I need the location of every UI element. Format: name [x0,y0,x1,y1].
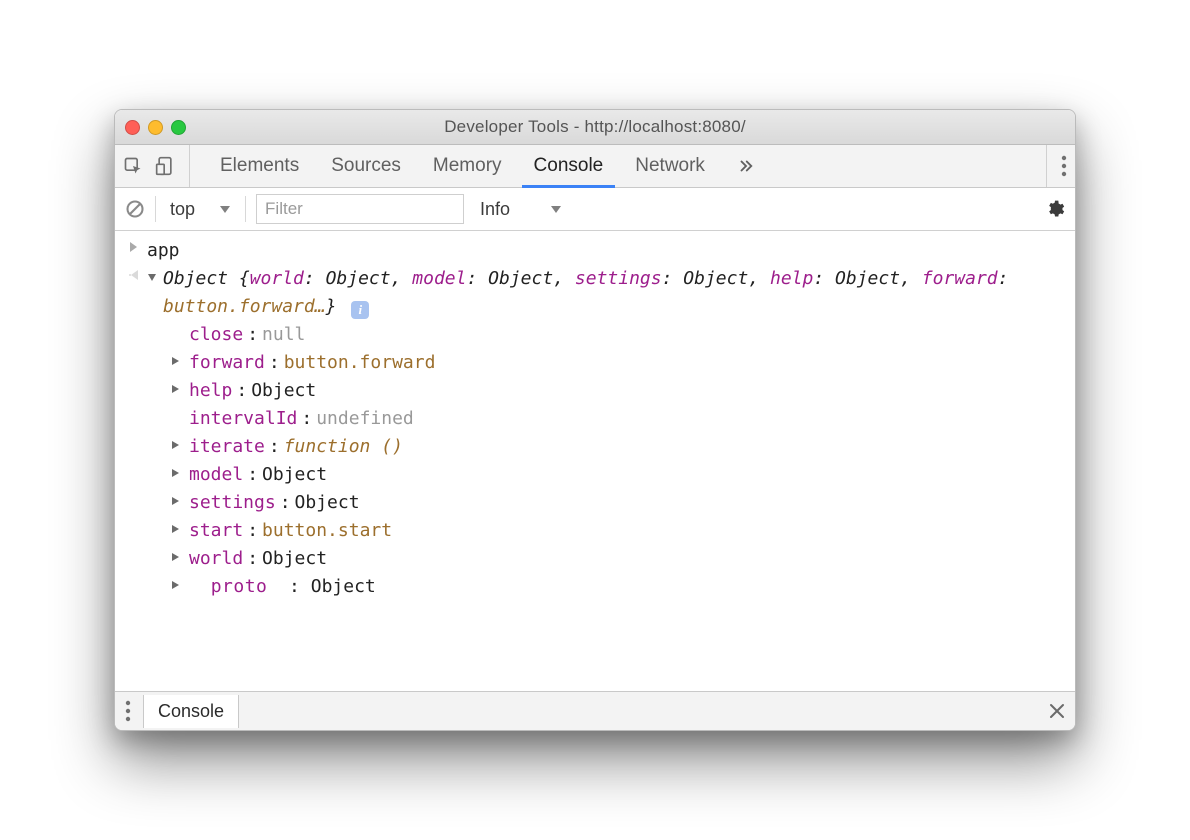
property-value: Object [295,489,360,517]
console-body: app Object {world: Object, model: Object… [115,231,1075,691]
property-key: world [189,545,243,573]
expand-triangle-icon[interactable] [171,524,180,534]
devtools-window: Developer Tools - http://localhost:8080/… [114,109,1076,731]
main-tabstrip: Elements Sources Memory Console Network [115,145,1075,188]
property-row[interactable]: help: Object [171,377,1075,405]
property-value: null [262,321,305,349]
property-row[interactable]: iterate: function () [171,433,1075,461]
property-value: function () [284,433,403,461]
property-row[interactable]: world: Object [171,545,1075,573]
expand-triangle-icon[interactable] [171,356,180,366]
device-toolbar-icon[interactable] [155,156,175,176]
property-key: model [189,461,243,489]
input-text: app [147,237,1075,265]
filter-input[interactable]: Filter [256,194,464,224]
expand-triangle-icon[interactable] [171,440,180,450]
console-input-echo: app [129,237,1075,265]
property-key: settings [189,489,276,517]
expand-triangle-icon[interactable] [171,496,180,506]
titlebar: Developer Tools - http://localhost:8080/ [115,110,1075,145]
tab-console[interactable]: Console [518,145,620,187]
expand-triangle-icon[interactable] [171,468,180,478]
context-value: top [170,199,195,220]
drawer-tab-console[interactable]: Console [143,695,239,728]
proto-row[interactable]: proto : Object [171,573,1075,601]
dropdown-caret-icon [550,203,562,215]
expand-toggle-icon[interactable] [147,272,157,282]
expand-triangle-icon[interactable] [171,552,180,562]
info-badge-icon[interactable]: i [351,301,369,319]
console-result[interactable]: Object {world: Object, model: Object, se… [129,265,1075,601]
kebab-menu-icon[interactable] [1061,155,1067,177]
expand-triangle-icon[interactable] [171,580,180,590]
property-value: undefined [316,405,414,433]
property-row[interactable]: model: Object [171,461,1075,489]
drawer-menu-icon[interactable] [125,700,131,722]
filter-placeholder: Filter [265,199,303,219]
chevron-double-right-icon [737,157,755,175]
property-row[interactable]: forward: button.forward [171,349,1075,377]
tabs-overflow[interactable] [721,145,771,187]
property-row: intervalId: undefined [171,405,1075,433]
console-toolbar: top Filter Info [115,188,1075,231]
object-summary[interactable]: Object {world: Object, model: Object, se… [163,265,1075,321]
property-value: Object [262,545,327,573]
property-key: help [189,377,232,405]
tab-network[interactable]: Network [619,145,721,187]
window-title: Developer Tools - http://localhost:8080/ [115,117,1075,137]
drawer-bar: Console [115,691,1075,730]
inspect-element-icon[interactable] [123,156,143,176]
expand-triangle-icon[interactable] [171,384,180,394]
property-key: start [189,517,243,545]
property-row: close: null [171,321,1075,349]
log-level-selector[interactable]: Info [474,199,568,220]
tab-memory[interactable]: Memory [417,145,518,187]
tab-elements[interactable]: Elements [204,145,315,187]
dropdown-caret-icon [219,203,231,215]
property-row[interactable]: start: button.start [171,517,1075,545]
object-properties: close: nullforward: button.forwardhelp: … [147,321,1075,573]
clear-console-icon[interactable] [125,199,145,219]
property-key: forward [189,349,265,377]
log-level-value: Info [480,199,510,220]
property-value: button.forward [284,349,436,377]
property-value: Object [251,377,316,405]
property-row[interactable]: settings: Object [171,489,1075,517]
property-key: iterate [189,433,265,461]
close-drawer-icon[interactable] [1049,703,1065,719]
panel-tabs: Elements Sources Memory Console Network [204,145,771,187]
property-value: button.start [262,517,392,545]
property-value: Object [262,461,327,489]
tab-sources[interactable]: Sources [315,145,417,187]
property-key: close [189,321,243,349]
context-selector[interactable]: top [166,188,235,230]
chevron-right-icon [129,237,147,253]
result-arrow-icon [129,265,147,281]
console-settings-icon[interactable] [1045,199,1065,219]
property-key: intervalId [189,405,297,433]
